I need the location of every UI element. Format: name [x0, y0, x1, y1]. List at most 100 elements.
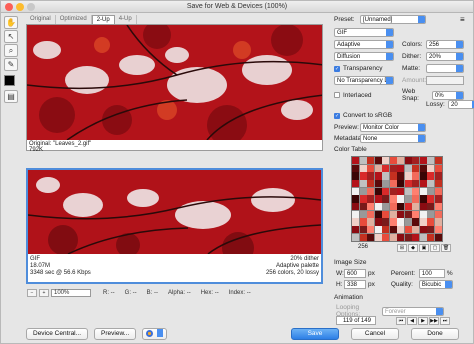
- color-swatch[interactable]: [412, 218, 420, 226]
- color-swatch[interactable]: [404, 218, 412, 226]
- color-swatch[interactable]: [427, 172, 435, 180]
- zoom-in-button[interactable]: +: [39, 289, 49, 297]
- color-swatch[interactable]: [419, 203, 427, 211]
- color-swatch[interactable]: [352, 187, 360, 195]
- color-swatch[interactable]: [419, 233, 427, 241]
- color-swatch[interactable]: [412, 233, 420, 241]
- color-swatch[interactable]: [397, 226, 405, 234]
- matte-select[interactable]: [426, 64, 464, 73]
- color-swatch[interactable]: [397, 180, 405, 188]
- format-select[interactable]: GIF: [334, 28, 394, 37]
- color-swatch[interactable]: [419, 210, 427, 218]
- color-table-web-icon[interactable]: ◆: [408, 244, 418, 252]
- color-swatch[interactable]: [389, 187, 397, 195]
- color-swatch[interactable]: [352, 210, 360, 218]
- color-swatch[interactable]: [404, 187, 412, 195]
- color-swatch[interactable]: [434, 210, 442, 218]
- transparency-dither-select[interactable]: No Transparency Dither: [334, 76, 394, 85]
- color-swatch[interactable]: [397, 172, 405, 180]
- slice-select-tool-icon[interactable]: ↖: [4, 30, 18, 43]
- color-swatch[interactable]: [434, 233, 442, 241]
- color-swatch[interactable]: [427, 164, 435, 172]
- next-frame-icon[interactable]: ▶▶: [429, 316, 439, 325]
- quality-select[interactable]: Bicubic: [418, 280, 453, 289]
- color-swatch[interactable]: [374, 203, 382, 211]
- color-swatch[interactable]: [374, 233, 382, 241]
- color-swatch[interactable]: [427, 195, 435, 203]
- hand-tool-icon[interactable]: ✋: [4, 16, 18, 29]
- browser-preview-button[interactable]: [142, 328, 168, 340]
- color-swatch[interactable]: [382, 195, 390, 203]
- color-swatch[interactable]: [434, 203, 442, 211]
- color-swatch[interactable]: [359, 218, 367, 226]
- color-swatch[interactable]: [434, 218, 442, 226]
- color-swatch[interactable]: [389, 233, 397, 241]
- interlaced-checkbox[interactable]: [334, 92, 340, 98]
- color-swatch[interactable]: [397, 210, 405, 218]
- color-swatch[interactable]: [374, 210, 382, 218]
- color-swatch[interactable]: [434, 157, 442, 165]
- color-swatch[interactable]: [397, 218, 405, 226]
- color-swatch[interactable]: [397, 187, 405, 195]
- color-swatch[interactable]: [374, 172, 382, 180]
- color-swatch[interactable]: [427, 180, 435, 188]
- color-table-grid[interactable]: [351, 156, 443, 242]
- color-swatch[interactable]: [367, 195, 375, 203]
- prev-frame-icon[interactable]: ◀: [407, 316, 417, 325]
- color-swatch[interactable]: [412, 157, 420, 165]
- color-swatch[interactable]: [434, 187, 442, 195]
- color-swatch[interactable]: [352, 203, 360, 211]
- color-swatch[interactable]: [359, 203, 367, 211]
- color-swatch[interactable]: [412, 180, 420, 188]
- color-swatch[interactable]: [412, 164, 420, 172]
- color-swatch[interactable]: [412, 203, 420, 211]
- color-swatch[interactable]: [374, 187, 382, 195]
- color-swatch[interactable]: [359, 195, 367, 203]
- eyedropper-color-swatch[interactable]: [4, 75, 15, 86]
- height-field[interactable]: 338: [344, 280, 366, 289]
- color-swatch[interactable]: [404, 164, 412, 172]
- color-swatch[interactable]: [359, 210, 367, 218]
- color-swatch[interactable]: [419, 187, 427, 195]
- color-swatch[interactable]: [374, 180, 382, 188]
- color-swatch[interactable]: [419, 226, 427, 234]
- color-swatch[interactable]: [389, 157, 397, 165]
- dither-algorithm-select[interactable]: Diffusion: [334, 52, 394, 61]
- color-swatch[interactable]: [382, 180, 390, 188]
- color-swatch[interactable]: [352, 233, 360, 241]
- metadata-select[interactable]: None: [360, 134, 426, 143]
- color-swatch[interactable]: [382, 164, 390, 172]
- preview-color-select[interactable]: Monitor Color: [360, 123, 426, 132]
- color-swatch[interactable]: [434, 195, 442, 203]
- color-swatch[interactable]: [419, 195, 427, 203]
- color-swatch[interactable]: [404, 195, 412, 203]
- toggle-slices-icon[interactable]: ▤: [4, 90, 18, 103]
- color-swatch[interactable]: [427, 218, 435, 226]
- color-swatch[interactable]: [352, 172, 360, 180]
- color-swatch[interactable]: [419, 180, 427, 188]
- color-table-new-icon[interactable]: ▢: [430, 244, 440, 252]
- color-swatch[interactable]: [367, 218, 375, 226]
- zoom-level-field[interactable]: 100%: [51, 289, 91, 297]
- color-swatch[interactable]: [404, 210, 412, 218]
- eyedropper-tool-icon[interactable]: ✎: [4, 58, 18, 71]
- colors-select[interactable]: 256: [426, 40, 464, 49]
- optimize-menu-icon[interactable]: ≡: [460, 15, 465, 24]
- percent-field[interactable]: 100: [418, 269, 445, 278]
- color-swatch[interactable]: [404, 157, 412, 165]
- color-swatch[interactable]: [352, 195, 360, 203]
- lossy-select[interactable]: 20: [448, 100, 474, 109]
- color-swatch[interactable]: [382, 210, 390, 218]
- color-swatch[interactable]: [389, 218, 397, 226]
- color-swatch[interactable]: [412, 210, 420, 218]
- color-swatch[interactable]: [412, 226, 420, 234]
- color-swatch[interactable]: [352, 218, 360, 226]
- color-swatch[interactable]: [404, 233, 412, 241]
- color-swatch[interactable]: [359, 157, 367, 165]
- tab-4-up[interactable]: 4-Up: [115, 15, 137, 24]
- color-swatch[interactable]: [404, 172, 412, 180]
- color-swatch[interactable]: [367, 157, 375, 165]
- color-swatch[interactable]: [389, 180, 397, 188]
- color-swatch[interactable]: [397, 195, 405, 203]
- color-swatch[interactable]: [382, 218, 390, 226]
